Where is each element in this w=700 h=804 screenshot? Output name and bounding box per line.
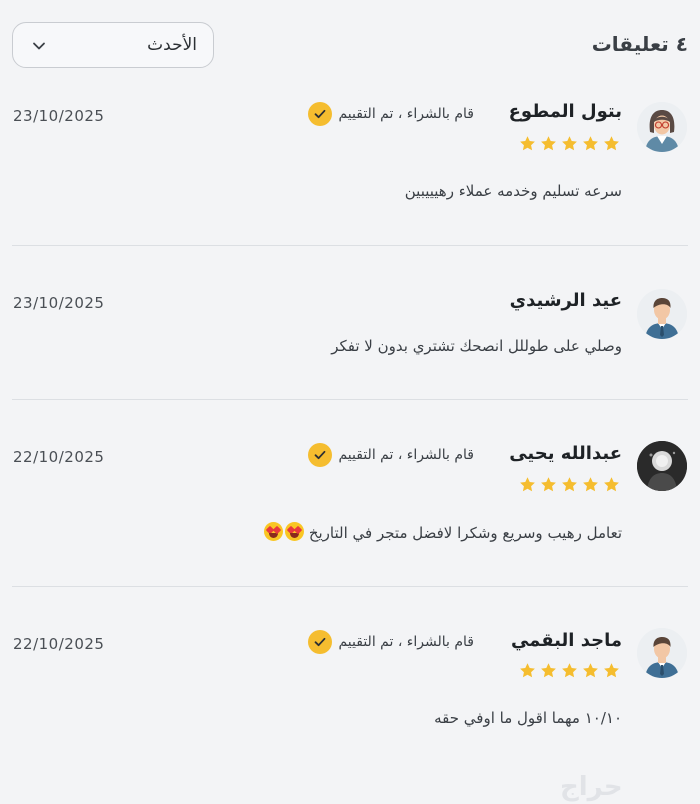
reviewer-name[interactable]: عبدالله يحيى [509, 443, 622, 464]
check-badge-icon [308, 102, 333, 126]
review-date: 23/10/2025 [13, 107, 105, 125]
review-comment: تعامل رهيب وسريع وشكرا لافضل متجر في الت… [262, 522, 622, 542]
male-avatar-icon [637, 289, 687, 339]
star-eyes-emoji-icon [285, 522, 305, 541]
verified-purchase: قام بالشراء ، تم التقييم [308, 630, 474, 654]
star-icon [541, 136, 556, 151]
photo-avatar [637, 441, 687, 491]
reviewer-name[interactable]: بتول المطوع [509, 101, 622, 122]
star-icon [520, 663, 535, 678]
star-icon [541, 663, 556, 678]
verified-text: قام بالشراء ، تم التقييم [338, 106, 474, 122]
star-icon [583, 136, 598, 151]
star-eyes-emoji-icon [264, 522, 284, 541]
star-icon [604, 477, 619, 492]
review-comment-text: تعامل رهيب وسريع وشكرا لافضل متجر في الت… [308, 524, 622, 542]
reviewer-name[interactable]: عيد الرشيدي [510, 290, 622, 311]
star-icon [520, 477, 535, 492]
review-date: 22/10/2025 [13, 448, 105, 466]
star-icon [604, 136, 619, 151]
star-rating [519, 662, 620, 679]
divider [12, 399, 688, 400]
reviewer-name[interactable]: ماجد البقمي [511, 630, 622, 651]
star-icon [562, 136, 577, 151]
divider [12, 245, 688, 246]
verified-text: قام بالشراء ، تم التقييم [338, 447, 474, 463]
divider [12, 586, 688, 587]
review-date: 22/10/2025 [13, 635, 105, 653]
star-icon [604, 663, 619, 678]
reviews-header: ٤ تعليقات الأحدث [0, 0, 700, 90]
review-comment: وصلي على طوللل انصحك تشتري بدون لا تفكر [331, 337, 622, 355]
sort-selected-value: الأحدث [147, 35, 197, 55]
star-icon [520, 136, 535, 151]
star-icon [541, 477, 556, 492]
male-avatar-icon [637, 628, 687, 678]
star-icon [583, 663, 598, 678]
review-comment: ١٠/١٠ مهما اقول ما اوفي حقه [434, 709, 622, 727]
female-avatar-icon [637, 102, 687, 152]
star-icon [562, 663, 577, 678]
verified-text: قام بالشراء ، تم التقييم [338, 634, 474, 650]
check-badge-icon [308, 630, 333, 654]
review-comment: سرعه تسليم وخدمه عملاء رهيييبين [404, 182, 622, 200]
sort-dropdown[interactable]: الأحدث [12, 22, 214, 68]
verified-purchase: قام بالشراء ، تم التقييم [308, 102, 474, 126]
star-icon [562, 477, 577, 492]
star-rating [519, 476, 620, 493]
check-badge-icon [308, 443, 333, 467]
chevron-down-icon [33, 42, 45, 50]
review-date: 23/10/2025 [13, 294, 105, 312]
verified-purchase: قام بالشراء ، تم التقييم [308, 443, 474, 467]
reviews-count-title: ٤ تعليقات [591, 32, 688, 56]
star-icon [583, 477, 598, 492]
star-rating [519, 135, 620, 152]
watermark-logo: حراج [560, 772, 623, 802]
